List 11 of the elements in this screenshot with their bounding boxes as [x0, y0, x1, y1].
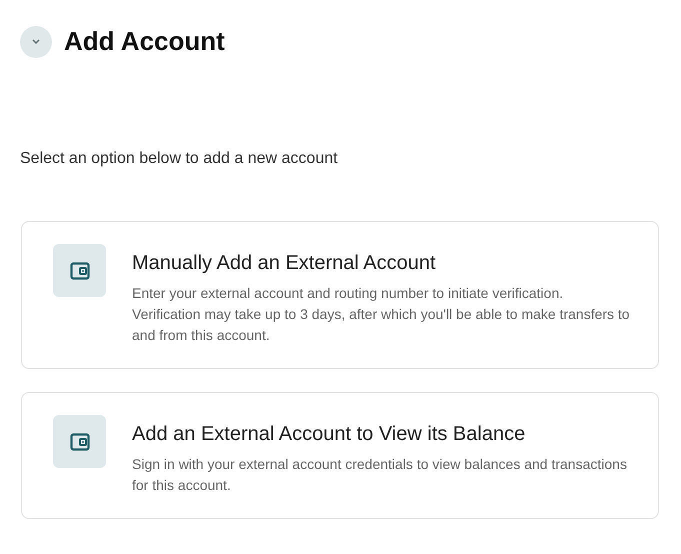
option-description: Enter your external account and routing number to initiate verification. Verification may take up to 3 days, after which you'll be able to make transfers to and from this account.	[132, 284, 631, 345]
wallet-icon	[70, 262, 90, 280]
chevron-down-icon	[32, 39, 40, 44]
option-title: Add an External Account to View its Balance	[132, 422, 526, 447]
instruction-text: Select an option below to add a new account	[20, 149, 339, 169]
option-title: Manually Add an External Account	[132, 251, 437, 276]
option-card[interactable]: Add an External Account to View its Balance Sign in with your external account credentials to view balances and transactions for this account.	[21, 392, 659, 519]
option-card[interactable]	[21, 221, 659, 369]
page-title: Add Account	[64, 25, 225, 58]
option-description: Sign in with your external account credentials to view balances and transactions for this account.	[132, 455, 628, 495]
wallet-icon	[70, 432, 90, 450]
